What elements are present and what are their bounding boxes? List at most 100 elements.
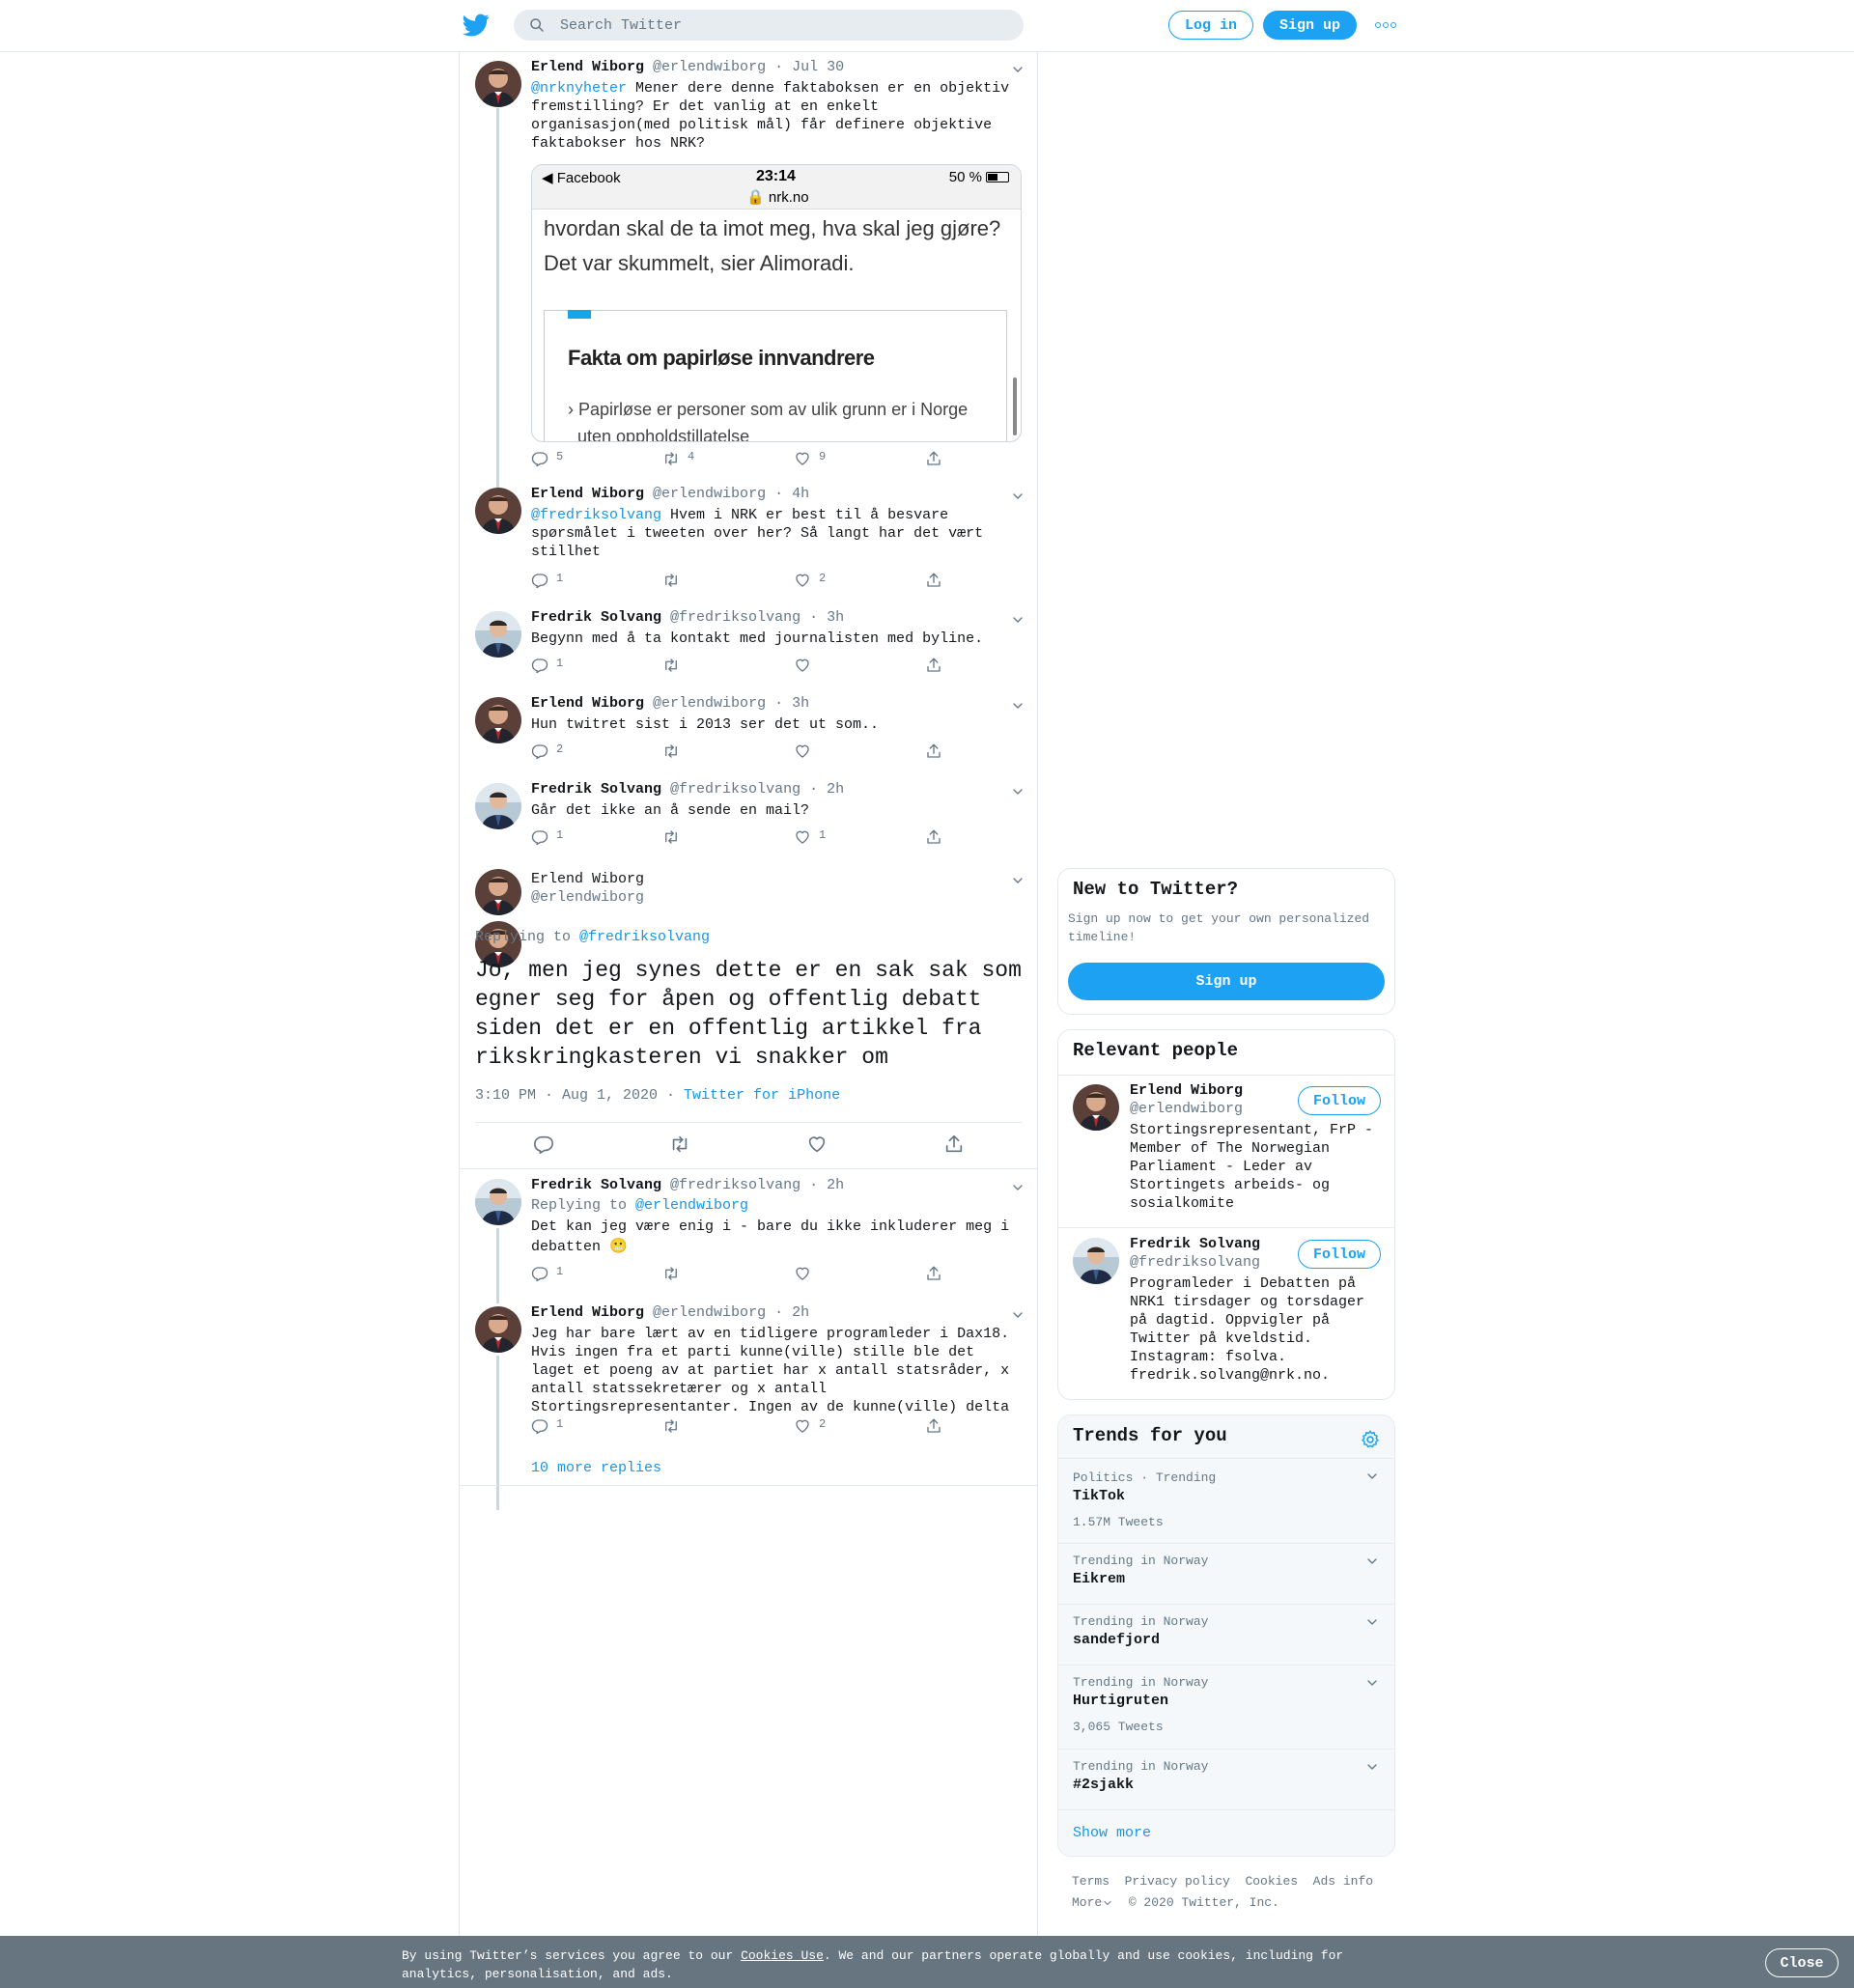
avatar[interactable]: [1073, 1084, 1119, 1131]
footer-privacy-link[interactable]: Privacy policy: [1125, 1874, 1230, 1889]
share-action[interactable]: [925, 1265, 942, 1284]
tweet[interactable]: Erlend Wiborg @erlendwiborg · 3h Hun twi…: [460, 688, 1037, 773]
share-action[interactable]: [925, 657, 942, 676]
tweet[interactable]: Erlend Wiborg @erlendwiborg · Jul 30 @nr…: [460, 52, 1037, 477]
reply-action[interactable]: 1: [531, 657, 563, 676]
like-action[interactable]: [794, 1265, 811, 1284]
replying-to-link[interactable]: @fredriksolvang: [579, 929, 710, 945]
reply-action[interactable]: 1: [531, 828, 563, 848]
author-name[interactable]: Erlend Wiborg: [531, 1304, 644, 1321]
share-action[interactable]: [925, 450, 942, 469]
caret-down-icon[interactable]: [1010, 698, 1025, 714]
caret-down-icon[interactable]: [1010, 612, 1025, 628]
footer-cookies-link[interactable]: Cookies: [1245, 1874, 1298, 1889]
avatar[interactable]: [475, 488, 521, 534]
like-action[interactable]: 2: [794, 1417, 826, 1437]
author-name[interactable]: Fredrik Solvang: [531, 781, 661, 798]
avatar[interactable]: [475, 1179, 521, 1225]
tweet-time[interactable]: 2h: [827, 1177, 844, 1193]
author-name[interactable]: Erlend Wiborg: [531, 59, 644, 75]
tweet[interactable]: Erlend Wiborg @erlendwiborg · 4h @fredri…: [460, 479, 1037, 602]
like-action[interactable]: 2: [794, 572, 826, 591]
trend-item[interactable]: Trending in Norway Eikrem: [1058, 1543, 1394, 1604]
avatar[interactable]: [475, 61, 521, 107]
retweet-action[interactable]: [662, 572, 688, 591]
cookies-use-link[interactable]: Cookies Use: [741, 1948, 824, 1963]
author-name[interactable]: Erlend Wiborg: [531, 695, 644, 712]
author-handle[interactable]: @fredriksolvang: [670, 1177, 801, 1193]
like-action[interactable]: 9: [794, 450, 826, 469]
author-handle[interactable]: @erlendwiborg: [653, 59, 766, 75]
follow-button[interactable]: Follow: [1298, 1240, 1381, 1269]
reply-action[interactable]: [533, 1134, 554, 1153]
tweet-time[interactable]: 2h: [792, 1304, 809, 1321]
author-handle[interactable]: @erlendwiborg: [653, 695, 766, 712]
avatar[interactable]: [475, 697, 521, 743]
tweet-time[interactable]: 4h: [792, 486, 809, 502]
focused-author-handle[interactable]: @erlendwiborg: [531, 889, 644, 906]
trend-item[interactable]: Trending in Norway Hurtigruten 3,065 Twe…: [1058, 1665, 1394, 1749]
reply-action[interactable]: 1: [531, 1417, 563, 1437]
avatar[interactable]: [475, 611, 521, 658]
more-replies-link[interactable]: 10 more replies: [531, 1460, 661, 1476]
settings-icon[interactable]: [1360, 1429, 1381, 1450]
retweet-action[interactable]: [662, 1417, 680, 1437]
focused-author-name[interactable]: Erlend Wiborg: [531, 871, 644, 887]
reply-action[interactable]: 1: [531, 572, 563, 591]
follow-button[interactable]: Follow: [1298, 1086, 1381, 1115]
footer-terms-link[interactable]: Terms: [1072, 1874, 1110, 1889]
share-action[interactable]: [925, 572, 942, 591]
caret-down-icon[interactable]: [1010, 1180, 1025, 1195]
tweet-media-screenshot[interactable]: ◀ Facebook 23:14 50 % 🔒 nrk.no hvordan s…: [531, 164, 1022, 442]
caret-down-icon[interactable]: [1364, 1469, 1380, 1484]
footer-ads-link[interactable]: Ads info: [1313, 1874, 1373, 1889]
person-handle[interactable]: @erlendwiborg: [1130, 1101, 1243, 1117]
like-action[interactable]: [806, 1134, 828, 1153]
tweet-time[interactable]: 3h: [792, 695, 809, 712]
caret-down-icon[interactable]: [1364, 1759, 1380, 1775]
tweet[interactable]: Fredrik Solvang @fredriksolvang · 3h Beg…: [460, 602, 1037, 687]
author-handle[interactable]: @erlendwiborg: [653, 486, 766, 502]
avatar[interactable]: [475, 783, 521, 829]
person-handle[interactable]: @fredriksolvang: [1130, 1254, 1260, 1271]
tweet[interactable]: Fredrik Solvang @fredriksolvang · 2h Går…: [460, 774, 1037, 859]
tweet-time[interactable]: Jul 30: [792, 59, 844, 75]
tweet[interactable]: Fredrik Solvang @fredriksolvang · 2h Rep…: [460, 1170, 1037, 1296]
replying-to-link[interactable]: @erlendwiborg: [635, 1197, 748, 1214]
sign-up-button[interactable]: Sign up: [1263, 11, 1357, 40]
person-name[interactable]: Fredrik Solvang: [1130, 1236, 1260, 1252]
avatar[interactable]: [475, 1306, 521, 1353]
author-handle[interactable]: @fredriksolvang: [670, 781, 801, 798]
timestamp-text[interactable]: 3:10 PM · Aug 1, 2020: [475, 1087, 658, 1104]
reply-action[interactable]: 5: [531, 450, 563, 469]
trend-item[interactable]: Trending in Norway sandefjord: [1058, 1604, 1394, 1665]
author-name[interactable]: Fredrik Solvang: [531, 1177, 661, 1193]
share-action[interactable]: [925, 1417, 942, 1437]
caret-down-icon[interactable]: [1364, 1554, 1380, 1569]
caret-down-icon[interactable]: [1010, 873, 1025, 888]
caret-down-icon[interactable]: [1364, 1614, 1380, 1630]
relevant-person[interactable]: Erlend Wiborg @erlendwiborg Follow Stort…: [1058, 1075, 1394, 1227]
cookie-close-button[interactable]: Close: [1765, 1948, 1839, 1977]
share-action[interactable]: [925, 742, 942, 762]
reply-action[interactable]: 1: [531, 1265, 563, 1284]
relevant-person[interactable]: Fredrik Solvang @fredriksolvang Follow P…: [1058, 1228, 1394, 1399]
author-handle[interactable]: @fredriksolvang: [670, 609, 801, 626]
trend-item[interactable]: Politics · Trending TikTok 1.57M Tweets: [1058, 1458, 1394, 1543]
show-more-link[interactable]: Show more: [1073, 1825, 1151, 1841]
reply-action[interactable]: 2: [531, 742, 563, 762]
retweet-action[interactable]: [669, 1134, 690, 1153]
caret-down-icon[interactable]: [1364, 1675, 1380, 1691]
tweet[interactable]: Erlend Wiborg @erlendwiborg · 2h Jeg har…: [460, 1298, 1037, 1442]
person-name[interactable]: Erlend Wiborg: [1130, 1082, 1243, 1099]
author-name[interactable]: Erlend Wiborg: [531, 486, 644, 502]
mention-link[interactable]: @nrknyheter: [531, 80, 627, 97]
retweet-action[interactable]: [662, 828, 680, 848]
retweet-action[interactable]: [662, 1265, 680, 1284]
retweet-action[interactable]: [662, 742, 680, 762]
tweet-time[interactable]: 2h: [827, 781, 844, 798]
retweet-action[interactable]: [662, 657, 680, 676]
footer-more-link[interactable]: More: [1072, 1895, 1113, 1910]
author-handle[interactable]: @erlendwiborg: [653, 1304, 766, 1321]
author-name[interactable]: Fredrik Solvang: [531, 609, 661, 626]
